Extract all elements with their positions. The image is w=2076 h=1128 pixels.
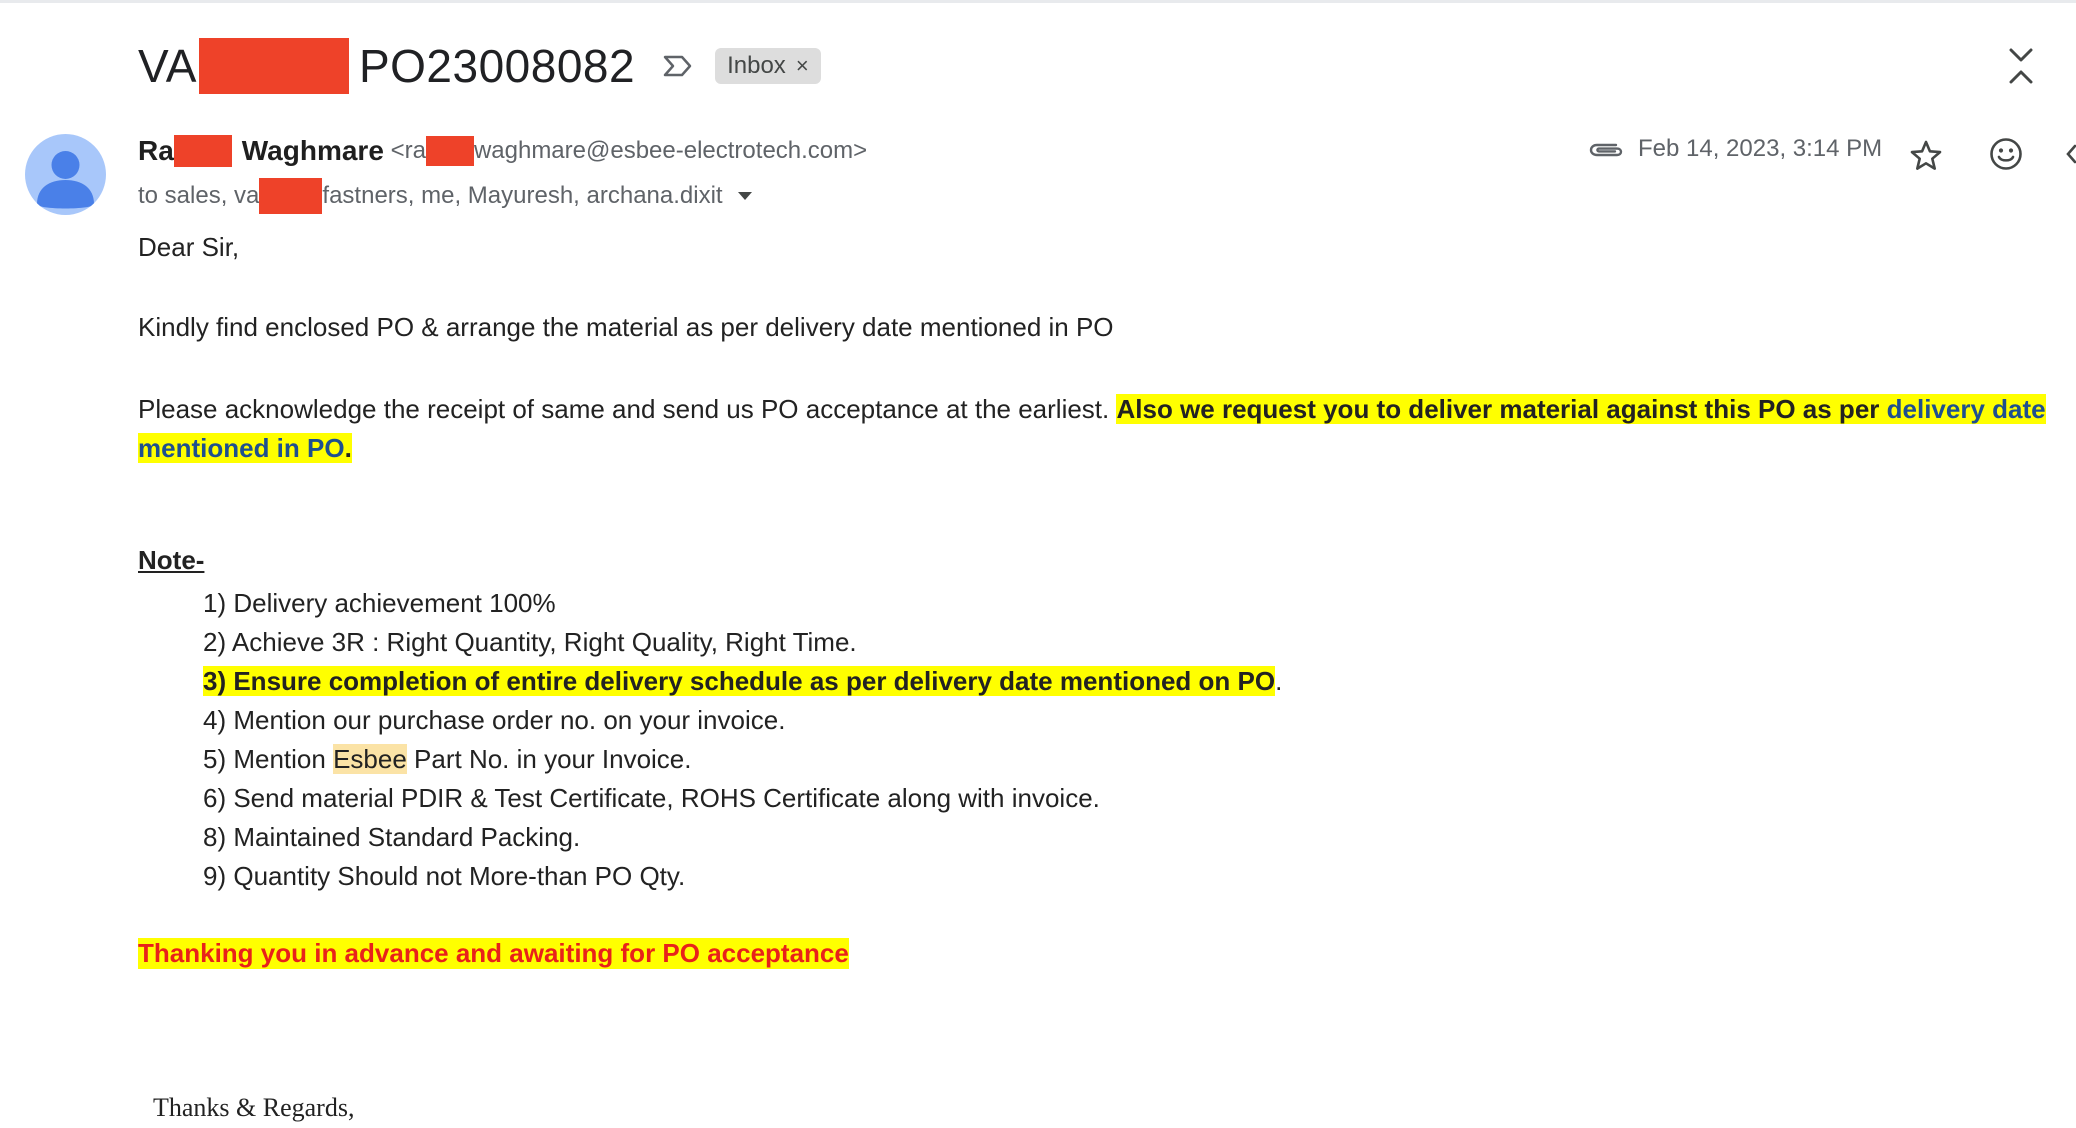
para2-end: . [344, 433, 352, 463]
top-divider [0, 0, 2076, 3]
note-item: 3) Ensure completion of entire delivery … [203, 662, 1282, 701]
sender-name-prefix[interactable]: Ra [138, 135, 174, 167]
recipients-line: to sales, va fastners, me, Mayuresh, arc… [138, 178, 753, 214]
email-subject: VA PO23008082 Inbox × [138, 38, 821, 94]
avatar-icon [37, 151, 94, 209]
sender-email-prefix [384, 137, 391, 165]
para2-bold-text: Also we request you to deliver material … [1116, 394, 1887, 424]
chevron-down-icon[interactable] [737, 191, 753, 201]
redaction-box [259, 178, 323, 214]
avatar[interactable] [25, 134, 106, 215]
greeting: Dear Sir, [138, 232, 240, 262]
body-paragraph-1: Kindly find enclosed PO & arrange the ma… [138, 312, 1114, 342]
note-item: 2) Achieve 3R : Right Quantity, Right Qu… [203, 623, 1282, 662]
note-item: 5) Mention Esbee Part No. in your Invoic… [203, 740, 1282, 779]
emoji-icon[interactable] [1988, 136, 2024, 172]
message-meta: Feb 14, 2023, 3:14 PM [1588, 135, 1882, 163]
sender-name-suffix[interactable]: Waghmare [242, 135, 384, 167]
sender-line: Ra Waghmare <ra waghmare@esbee-electrote… [138, 135, 867, 167]
collapse-icon[interactable] [2006, 46, 2036, 86]
note-text: 9) Quantity Should not More-than PO Qty. [203, 861, 686, 891]
note-title: Note- [138, 545, 205, 575]
note-text: 1) Delivery achievement 100% [203, 588, 556, 618]
recipients-prefix: to sales, va [138, 182, 260, 209]
note-term-highlight: Esbee [333, 744, 407, 774]
note-text: 4) Mention our purchase order no. on you… [203, 705, 786, 735]
note-text: 6) Send material PDIR & Test Certificate… [203, 783, 1100, 813]
label-chip-text: Inbox [727, 52, 786, 79]
important-marker-icon[interactable] [661, 52, 695, 80]
attachment-icon [1589, 143, 1623, 157]
subject-number: PO23008082 [358, 40, 636, 92]
note-item: 4) Mention our purchase order no. on you… [203, 701, 1282, 740]
note-tail: . [1275, 666, 1283, 696]
note-text-highlighted: 3) Ensure completion of entire delivery … [203, 666, 1276, 696]
note-item: 9) Quantity Should not More-than PO Qty. [203, 857, 1282, 896]
sender-email-domain: waghmare@esbee-electrotech.com> [473, 137, 868, 164]
redaction-box [198, 38, 349, 94]
note-text: 5) Mention [203, 744, 334, 774]
body-paragraph-2: Please acknowledge the receipt of same a… [138, 390, 2058, 468]
note-item: 1) Delivery achievement 100% [203, 584, 1282, 623]
message-date: Feb 14, 2023, 3:14 PM [1638, 135, 1883, 162]
reply-icon[interactable] [2066, 142, 2076, 168]
sender-email-open: <ra [390, 137, 426, 164]
recipients-suffix: fastners, me, Mayuresh, archana.dixit [322, 182, 723, 209]
note-item: 6) Send material PDIR & Test Certificate… [203, 779, 1282, 818]
signoff: Thanks & Regards, [153, 1093, 355, 1122]
para2-plain-text: Please acknowledge the receipt of same a… [138, 394, 1117, 424]
star-icon[interactable] [1908, 138, 1944, 174]
note-text: 2) Achieve 3R : Right Quantity, Right Qu… [203, 627, 857, 657]
note-item: 8) Maintained Standard Packing. [203, 818, 1282, 857]
redaction-box [173, 135, 232, 167]
label-chip-inbox[interactable]: Inbox × [715, 48, 821, 84]
close-icon[interactable]: × [796, 53, 809, 79]
closing-line: Thanking you in advance and awaiting for… [138, 938, 849, 969]
note-list: 1) Delivery achievement 100% 2) Achieve … [203, 584, 1282, 896]
note-text: 8) Maintained Standard Packing. [203, 822, 581, 852]
subject-prefix: VA [138, 40, 197, 92]
redaction-box [425, 136, 474, 166]
note-tail: Part No. in your Invoice. [406, 744, 692, 774]
